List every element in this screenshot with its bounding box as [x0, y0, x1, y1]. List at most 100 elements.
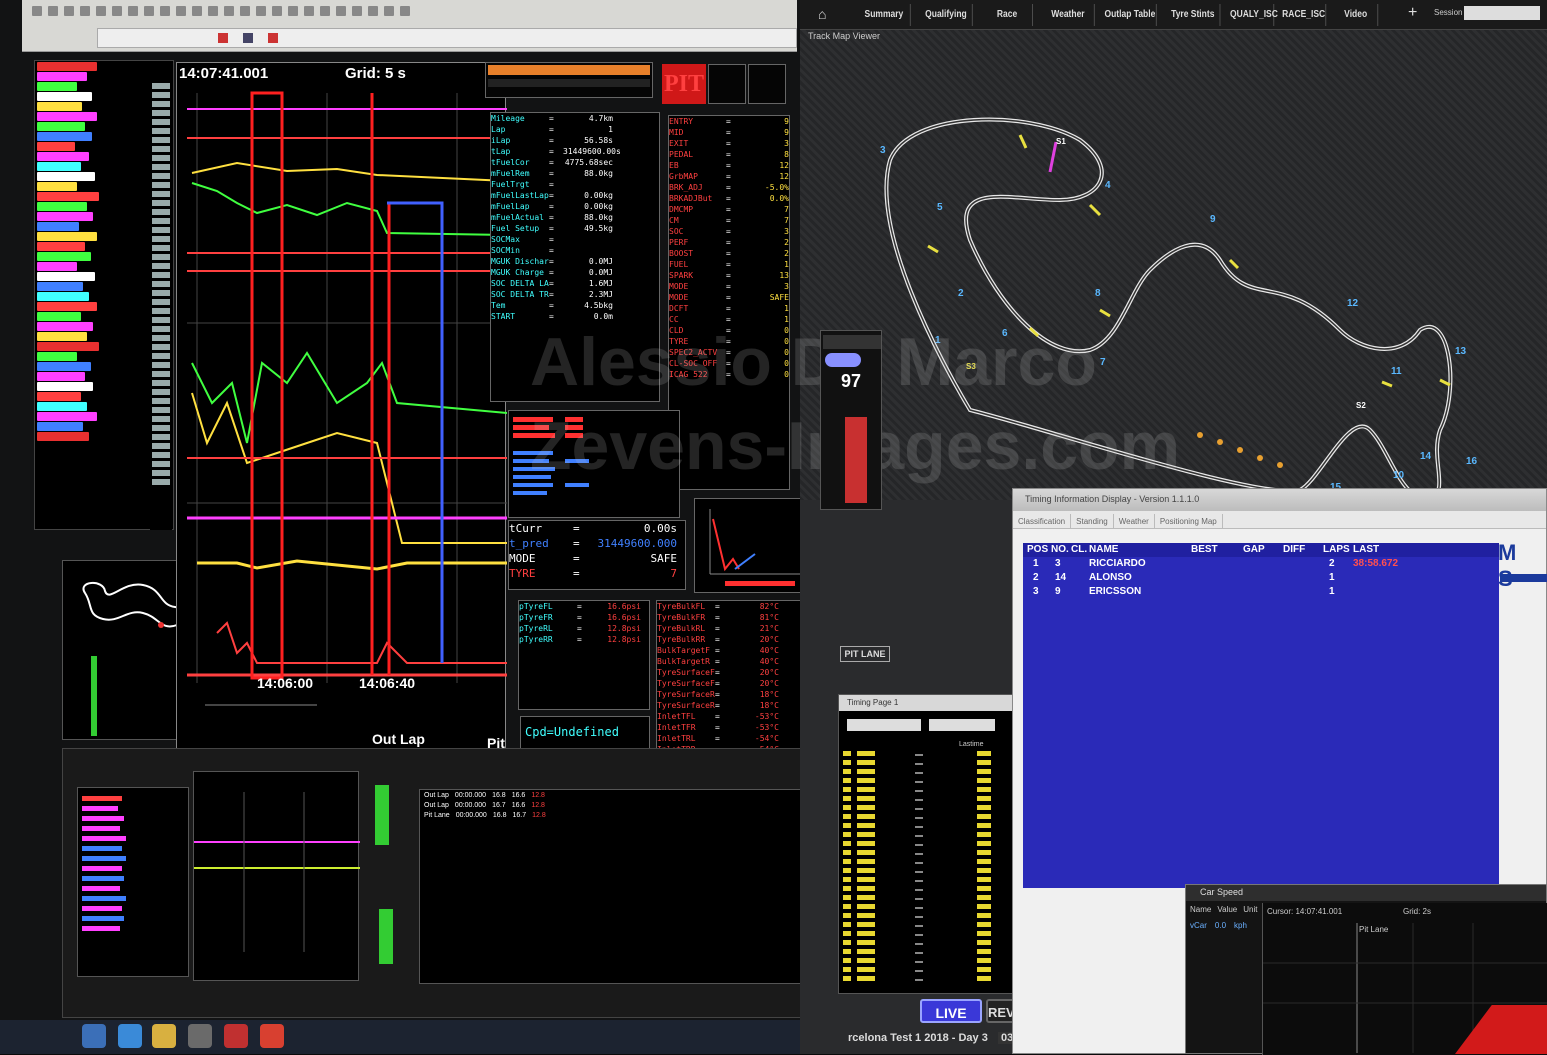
- data-key: TyreBulkRL: [657, 624, 706, 633]
- green-bar: [379, 909, 393, 964]
- data-row: TyreBulkFR = 81°C: [657, 612, 817, 623]
- separator: =: [726, 348, 731, 357]
- data-row: pTyreFR = 16.6psi: [519, 612, 649, 623]
- home-icon[interactable]: ⌂: [818, 6, 826, 22]
- data-row: TyreSurfaceRR = 18°C: [657, 700, 817, 711]
- data-value: 82°C: [759, 602, 779, 611]
- timing-page-row[interactable]: [843, 769, 1018, 777]
- separator: =: [726, 337, 731, 346]
- telemetry-graph[interactable]: 14:07:41.001 Grid: 5 s 14:06:00 14:06:40…: [176, 62, 507, 767]
- tab-race-isc[interactable]: RACE_ISC: [1282, 4, 1327, 26]
- timing-page-row[interactable]: [843, 823, 1018, 831]
- tab-tyre-stints-cha[interactable]: Tyre Stints Cha: [1166, 4, 1221, 42]
- separator: =: [726, 117, 731, 126]
- live-button[interactable]: LIVE: [920, 999, 982, 1023]
- app-icon[interactable]: [224, 1024, 248, 1048]
- timing-page-row[interactable]: [843, 760, 1018, 768]
- pit-lane-button[interactable]: PIT LANE: [840, 646, 890, 662]
- data-key: pTyreFR: [519, 613, 553, 622]
- toolbar-icons[interactable]: [32, 6, 792, 20]
- data-row: SOC DELTA LAP = 1.6MJ: [491, 278, 659, 289]
- timing-page-row[interactable]: [843, 796, 1018, 804]
- lap-table[interactable]: Out Lap 00:00.000 16.8 16.6 12.8 Out Lap 00:00…: [419, 789, 833, 984]
- graph-time-1: 14:06:00: [257, 675, 314, 691]
- tab-outlap-table[interactable]: Outlap Table: [1104, 4, 1157, 26]
- timing-page[interactable]: Timing Page 1 Lastime: [838, 694, 1023, 994]
- timing-page-row[interactable]: [843, 850, 1018, 858]
- table-cell: Pit Lane: [424, 812, 450, 819]
- timing-page-row[interactable]: [843, 895, 1018, 903]
- timing-page-row[interactable]: [843, 859, 1018, 867]
- timing-page-row[interactable]: [843, 940, 1018, 948]
- classification-table[interactable]: POS NO. CL. NAME BEST GAP DIFF LAPS LAST 1 3 RICCI…: [1023, 543, 1499, 888]
- start-icon[interactable]: [82, 1024, 106, 1048]
- tab-qualy-isc[interactable]: QUALY_ISC: [1230, 4, 1278, 26]
- timing-page-row[interactable]: [843, 976, 1018, 984]
- timing-page-row[interactable]: [843, 958, 1018, 966]
- data-key: EB: [669, 161, 679, 170]
- green-bar: [375, 785, 389, 845]
- data-key: InletTRL: [657, 734, 696, 743]
- table-row[interactable]: Out Lap 00:00.000 16.7 16.6 12.8: [420, 800, 832, 810]
- timing-page-select[interactable]: [847, 719, 921, 731]
- data-value: 20°C: [759, 668, 779, 677]
- table-row[interactable]: 3 9 ERICSSON 1: [1023, 585, 1499, 599]
- separator: =: [726, 216, 731, 225]
- timing-tab[interactable]: Weather: [1114, 514, 1155, 529]
- timing-tabs[interactable]: Classification Standing Weather Positioning…: [1013, 511, 1546, 529]
- timing-page-select[interactable]: [929, 719, 995, 731]
- table-row[interactable]: Out Lap 00:00.000 16.8 16.6 12.8: [420, 790, 832, 800]
- tab-weather[interactable]: Weather: [1042, 4, 1095, 26]
- data-value: 40°C: [759, 646, 779, 655]
- left-monitor: 14:07:41.001 Grid: 5 s 14:06:00 14:06:40…: [0, 0, 845, 1054]
- table-cell: 16.8: [492, 812, 507, 819]
- data-value: 20°C: [759, 635, 779, 644]
- tab-video[interactable]: Video: [1334, 4, 1379, 26]
- data-key: ICAG 522: [669, 370, 708, 379]
- secondary-channel-list[interactable]: [77, 787, 189, 977]
- timing-page-row[interactable]: [843, 832, 1018, 840]
- car-panel[interactable]: 97: [820, 330, 882, 510]
- mini-scatter-chart[interactable]: [694, 498, 812, 593]
- timing-tab[interactable]: Positioning Map: [1155, 514, 1223, 529]
- timing-page-row[interactable]: [843, 787, 1018, 795]
- separator: =: [726, 249, 731, 258]
- timing-page-row[interactable]: [843, 751, 1018, 759]
- table-row[interactable]: 1 3 RICCIARDO 2 38:58.672: [1023, 557, 1499, 571]
- energy-panel: [508, 410, 680, 518]
- turn-number: 2: [958, 288, 964, 299]
- timing-page-row[interactable]: [843, 868, 1018, 876]
- table-row[interactable]: Pit Lane 00:00.000 16.8 16.7 12.8: [420, 810, 832, 820]
- app-icon[interactable]: [260, 1024, 284, 1048]
- add-tab-icon[interactable]: +: [1408, 4, 1417, 22]
- data-row: CLD = 0: [669, 325, 789, 336]
- timing-page-row[interactable]: [843, 922, 1018, 930]
- timing-tab[interactable]: Standing: [1071, 514, 1114, 529]
- folder-icon[interactable]: [152, 1024, 176, 1048]
- browser-icon[interactable]: [118, 1024, 142, 1048]
- secondary-graph[interactable]: [193, 771, 360, 981]
- app-icon[interactable]: [188, 1024, 212, 1048]
- data-row: InletTRL = -54°C: [657, 733, 817, 744]
- timing-page-row[interactable]: [843, 949, 1018, 957]
- timing-tab[interactable]: Classification: [1013, 514, 1072, 529]
- timing-page-row[interactable]: [843, 931, 1018, 939]
- timing-page-row[interactable]: [843, 841, 1018, 849]
- data-key: BRK_ADJ: [669, 183, 703, 192]
- timing-page-row[interactable]: [843, 814, 1018, 822]
- tab-summary[interactable]: Summary: [858, 4, 911, 26]
- timing-page-row[interactable]: [843, 877, 1018, 885]
- timing-page-row[interactable]: [843, 778, 1018, 786]
- timing-page-row[interactable]: [843, 805, 1018, 813]
- timing-page-row[interactable]: [843, 913, 1018, 921]
- timing-page-row[interactable]: [843, 886, 1018, 894]
- table-row[interactable]: 2 14 ALONSO 1: [1023, 571, 1499, 585]
- timing-window-title: Timing Information Display - Version 1.1…: [1013, 489, 1546, 511]
- timeline-strip[interactable]: [97, 28, 797, 48]
- timing-page-row[interactable]: [843, 904, 1018, 912]
- timing-page-row[interactable]: [843, 967, 1018, 975]
- tab-race[interactable]: Race: [982, 4, 1033, 26]
- session-select[interactable]: [1464, 6, 1540, 20]
- tab-qualifying[interactable]: Qualifying: [920, 4, 973, 26]
- separator: =: [715, 624, 720, 633]
